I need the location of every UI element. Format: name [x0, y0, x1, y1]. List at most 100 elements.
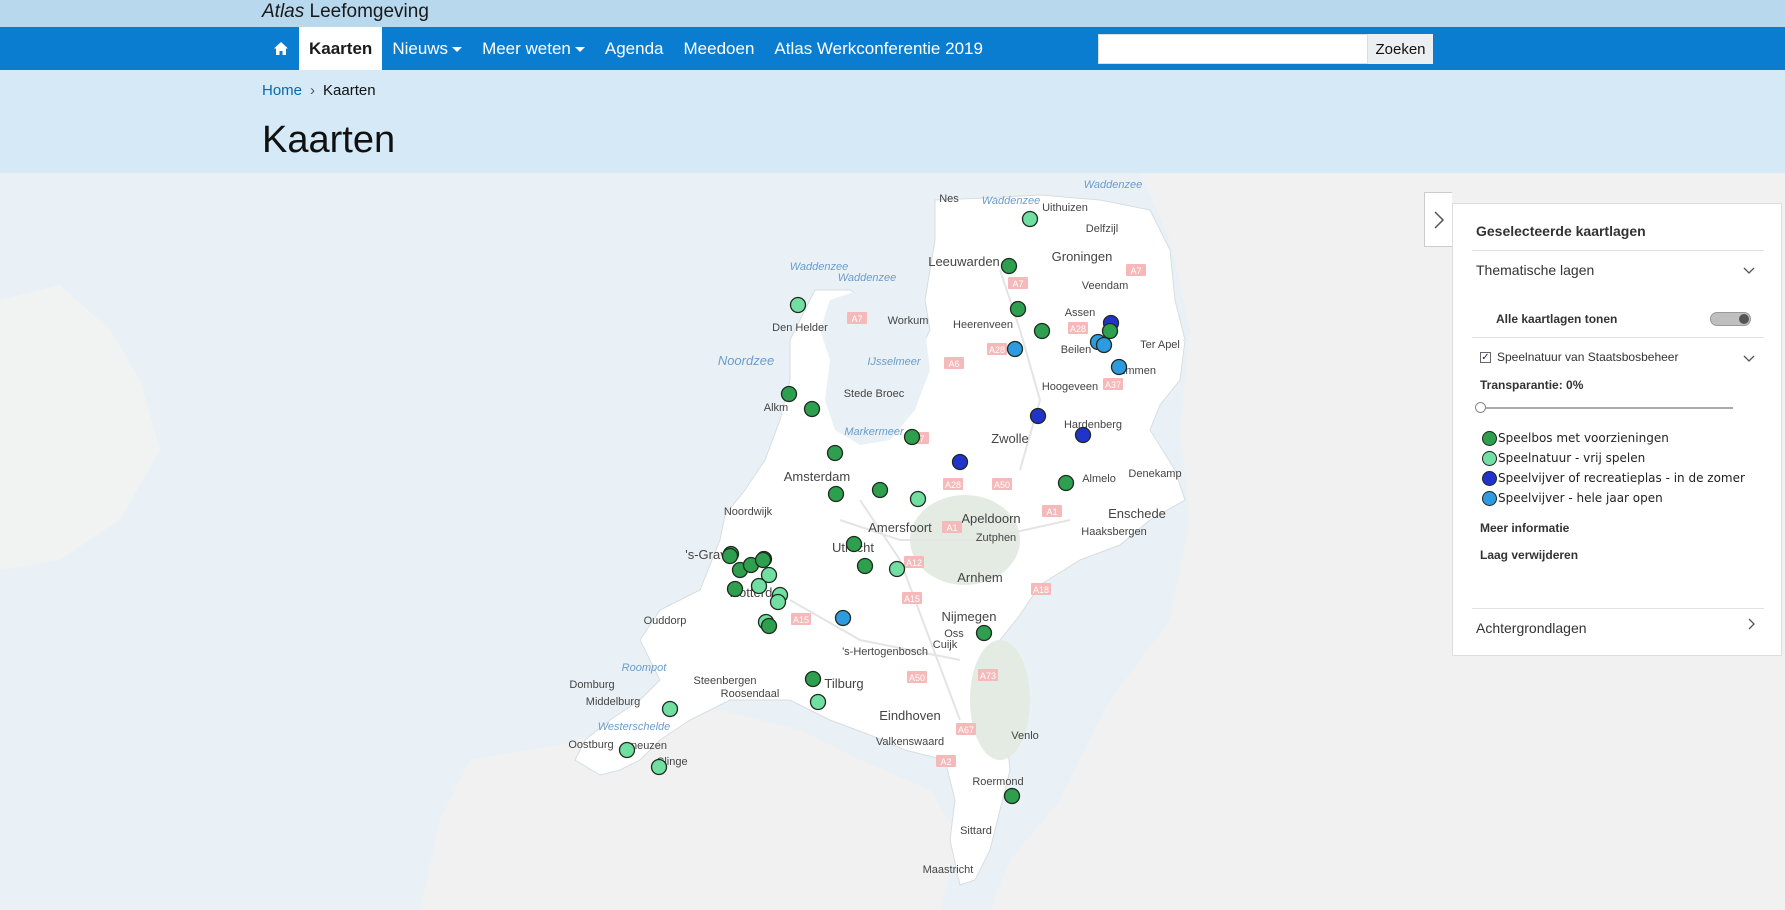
map-marker-speelbos[interactable]: [826, 444, 844, 462]
map-marker-speelbos[interactable]: [827, 485, 845, 503]
map-marker-speelvijver-zomer[interactable]: [951, 453, 969, 471]
legend-label: Speelvijver of recreatieplas - in de zom…: [1498, 471, 1745, 485]
map-marker-speelnatuur[interactable]: [1021, 210, 1039, 228]
map-marker-speelvijver-zomer[interactable]: [1074, 426, 1092, 444]
meer-informatie-link[interactable]: Meer informatie: [1480, 521, 1569, 535]
legend-item: Speelvijver - hele jaar open: [1482, 488, 1745, 508]
place-label: Middelburg: [586, 696, 640, 708]
nav-kaarten[interactable]: Kaarten: [299, 27, 383, 70]
map-marker-speelnatuur[interactable]: [769, 593, 787, 611]
search-form: Zoeken: [1098, 34, 1433, 64]
breadcrumb-home-link[interactable]: Home: [262, 82, 302, 99]
map-marker-speelbos[interactable]: [856, 557, 874, 575]
map-marker-speelvijver-jaar[interactable]: [1006, 340, 1024, 358]
map-marker-speelbos[interactable]: [780, 385, 798, 403]
search-button[interactable]: Zoeken: [1368, 34, 1433, 64]
map-marker-speelvijver-zomer[interactable]: [1029, 407, 1047, 425]
legend-swatch: [1482, 490, 1497, 506]
map-marker-speelbos[interactable]: [1057, 474, 1075, 492]
nav-werkconferentie[interactable]: Atlas Werkconferentie 2019: [764, 27, 993, 70]
nav-nieuws[interactable]: Nieuws: [382, 27, 472, 70]
site-brand[interactable]: Atlas Leefomgeving: [262, 0, 429, 27]
page-header: Home › Kaarten Kaarten: [0, 70, 1785, 173]
thematische-lagen-header[interactable]: Thematische lagen: [1476, 262, 1594, 278]
place-label: Heerenveen: [953, 319, 1013, 331]
achtergrondlagen-header[interactable]: Achtergrondlagen: [1476, 620, 1587, 636]
map-marker-speelbos[interactable]: [975, 624, 993, 642]
transparency-slider-handle[interactable]: [1475, 402, 1486, 413]
transparency-slider[interactable]: [1480, 407, 1733, 409]
map-marker-speelbos[interactable]: [1000, 257, 1018, 275]
place-label: 's-Grav: [685, 547, 727, 562]
chevron-down-icon[interactable]: [1743, 267, 1755, 275]
map-marker-speelnatuur[interactable]: [750, 577, 768, 595]
map-marker-speelbos[interactable]: [1101, 322, 1119, 340]
breadcrumb-separator: ›: [310, 82, 316, 99]
map-marker-speelbos[interactable]: [754, 551, 772, 569]
place-label: Venlo: [1011, 730, 1039, 742]
map-marker-speelbos[interactable]: [1009, 300, 1027, 318]
map-marker-speelvijver-jaar[interactable]: [834, 609, 852, 627]
place-label: Groningen: [1052, 249, 1113, 264]
road-shield: A18: [1031, 583, 1051, 595]
chevron-right-icon[interactable]: [1748, 618, 1756, 630]
legend-swatch: [1482, 450, 1497, 466]
map-marker-speelbos[interactable]: [726, 580, 744, 598]
road-shield: A7: [1008, 277, 1028, 289]
map-marker-speelbos[interactable]: [721, 547, 739, 565]
map-marker-speelvijver-jaar[interactable]: [1095, 336, 1113, 354]
nav-home[interactable]: [262, 27, 299, 70]
svg-text:A18: A18: [1033, 585, 1049, 595]
map-marker-speelbos[interactable]: [903, 428, 921, 446]
place-label: Hardenberg: [1064, 419, 1122, 431]
map-marker-speelbos[interactable]: [803, 400, 821, 418]
nav-label: Meer weten: [482, 39, 571, 58]
map-marker-speelnatuur[interactable]: [789, 296, 807, 314]
map-marker-speelnatuur[interactable]: [809, 693, 827, 711]
map-marker-speelnatuur[interactable]: [888, 560, 906, 578]
road-shield: A1: [942, 521, 962, 533]
map-marker-speelnatuur[interactable]: [661, 700, 679, 718]
home-icon: [273, 42, 288, 55]
legend-item: Speelnatuur - vrij spelen: [1482, 448, 1745, 468]
search-input[interactable]: [1098, 34, 1368, 64]
legend-label: Speelvijver - hele jaar open: [1498, 491, 1663, 505]
nav-list: Kaarten Nieuws Meer weten Agenda Meedoen…: [262, 27, 993, 70]
map-marker-speelbos[interactable]: [1003, 787, 1021, 805]
place-label: Maastricht: [923, 864, 974, 876]
water-label: Westerschelde: [598, 721, 671, 733]
place-label: Hoogeveen: [1042, 381, 1098, 393]
map-marker-speelnatuur[interactable]: [909, 490, 927, 508]
map-marker-speelbos[interactable]: [1033, 322, 1051, 340]
brand-italic: Atlas: [262, 1, 305, 22]
panel-collapse-button[interactable]: [1424, 192, 1452, 247]
map-marker-speelnatuur[interactable]: [650, 758, 668, 776]
svg-text:A7: A7: [851, 314, 862, 324]
nav-meedoen[interactable]: Meedoen: [674, 27, 765, 70]
laag-verwijderen-link[interactable]: Laag verwijderen: [1480, 548, 1578, 562]
place-label: Ter Apel: [1140, 339, 1180, 351]
legend-swatch: [1482, 430, 1497, 446]
all-layers-label: Alle kaartlagen tonen: [1496, 312, 1618, 326]
road-shield: A12: [904, 556, 924, 568]
divider: [1472, 337, 1764, 338]
layer-checkbox[interactable]: ✓: [1480, 351, 1491, 363]
chevron-down-icon[interactable]: [1743, 355, 1755, 363]
map-marker-speelbos[interactable]: [871, 481, 889, 499]
nav-agenda[interactable]: Agenda: [595, 27, 674, 70]
road-shield: A15: [902, 592, 922, 604]
map-marker-speelbos[interactable]: [760, 617, 778, 635]
place-label: Arnhem: [957, 570, 1003, 585]
road-shield: A15: [791, 613, 811, 625]
map-marker-speelnatuur[interactable]: [618, 741, 636, 759]
map-marker-speelvijver-jaar[interactable]: [1110, 358, 1128, 376]
place-label: Oostburg: [568, 739, 613, 751]
nav-meer-weten[interactable]: Meer weten: [472, 27, 595, 70]
road-shield: A67: [956, 723, 976, 735]
all-layers-toggle[interactable]: [1710, 312, 1751, 326]
nav-label: Meedoen: [683, 39, 755, 58]
map-marker-speelbos[interactable]: [804, 670, 822, 688]
road-shield: A28: [1068, 322, 1088, 334]
map-marker-speelbos[interactable]: [845, 535, 863, 553]
main-navigation: Kaarten Nieuws Meer weten Agenda Meedoen…: [0, 27, 1785, 70]
